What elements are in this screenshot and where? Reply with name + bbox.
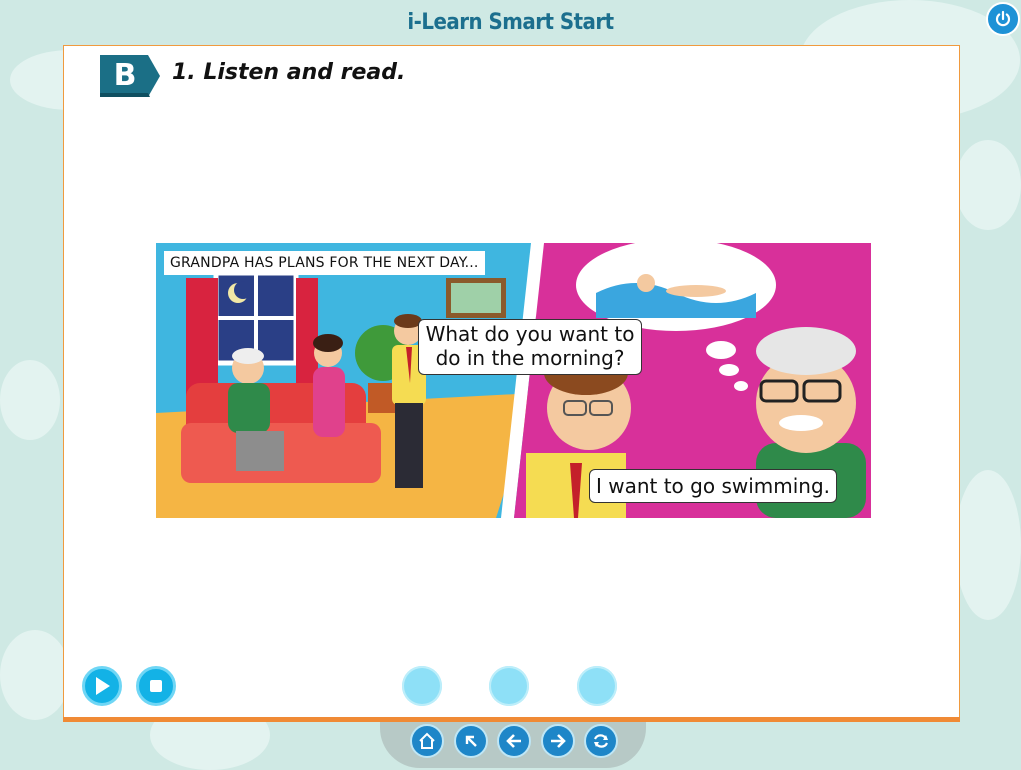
instruction-text: 1. Listen and read.	[172, 60, 406, 85]
arrow-left-icon	[506, 734, 521, 748]
background-cloud	[955, 140, 1021, 230]
refresh-button[interactable]	[584, 724, 618, 758]
comic-caption: GRANDPA HAS PLANS FOR THE NEXT DAY...	[164, 251, 485, 275]
page-dot-2[interactable]	[489, 666, 529, 706]
section-badge-letter: B	[113, 58, 137, 93]
background-cloud	[0, 630, 70, 720]
back-to-menu-button[interactable]	[454, 724, 488, 758]
app-title: i-Learn Smart Start	[407, 10, 614, 35]
page-dot-3[interactable]	[577, 666, 617, 706]
arrow-right-icon	[551, 734, 566, 748]
home-icon	[419, 732, 435, 749]
background-cloud	[955, 470, 1021, 620]
power-icon	[995, 10, 1011, 27]
lesson-panel: B 1. Listen and read. GRANDPA HAS PLANS …	[63, 45, 960, 721]
previous-button[interactable]	[497, 724, 531, 758]
background-cloud	[0, 360, 60, 440]
stop-icon	[150, 680, 162, 692]
home-button[interactable]	[410, 724, 444, 758]
speech-bubble-answer: I want to go swimming.	[589, 469, 837, 503]
play-button[interactable]	[82, 666, 122, 706]
page-dot-1[interactable]	[402, 666, 442, 706]
power-button[interactable]	[986, 2, 1020, 36]
comic-illustration: GRANDPA HAS PLANS FOR THE NEXT DAY... Wh…	[156, 243, 871, 518]
next-button[interactable]	[541, 724, 575, 758]
refresh-icon	[593, 734, 609, 748]
arrow-up-left-icon	[465, 735, 477, 747]
play-icon	[96, 677, 110, 695]
speech-bubble-question: What do you want to do in the morning?	[418, 319, 642, 375]
stop-button[interactable]	[136, 666, 176, 706]
